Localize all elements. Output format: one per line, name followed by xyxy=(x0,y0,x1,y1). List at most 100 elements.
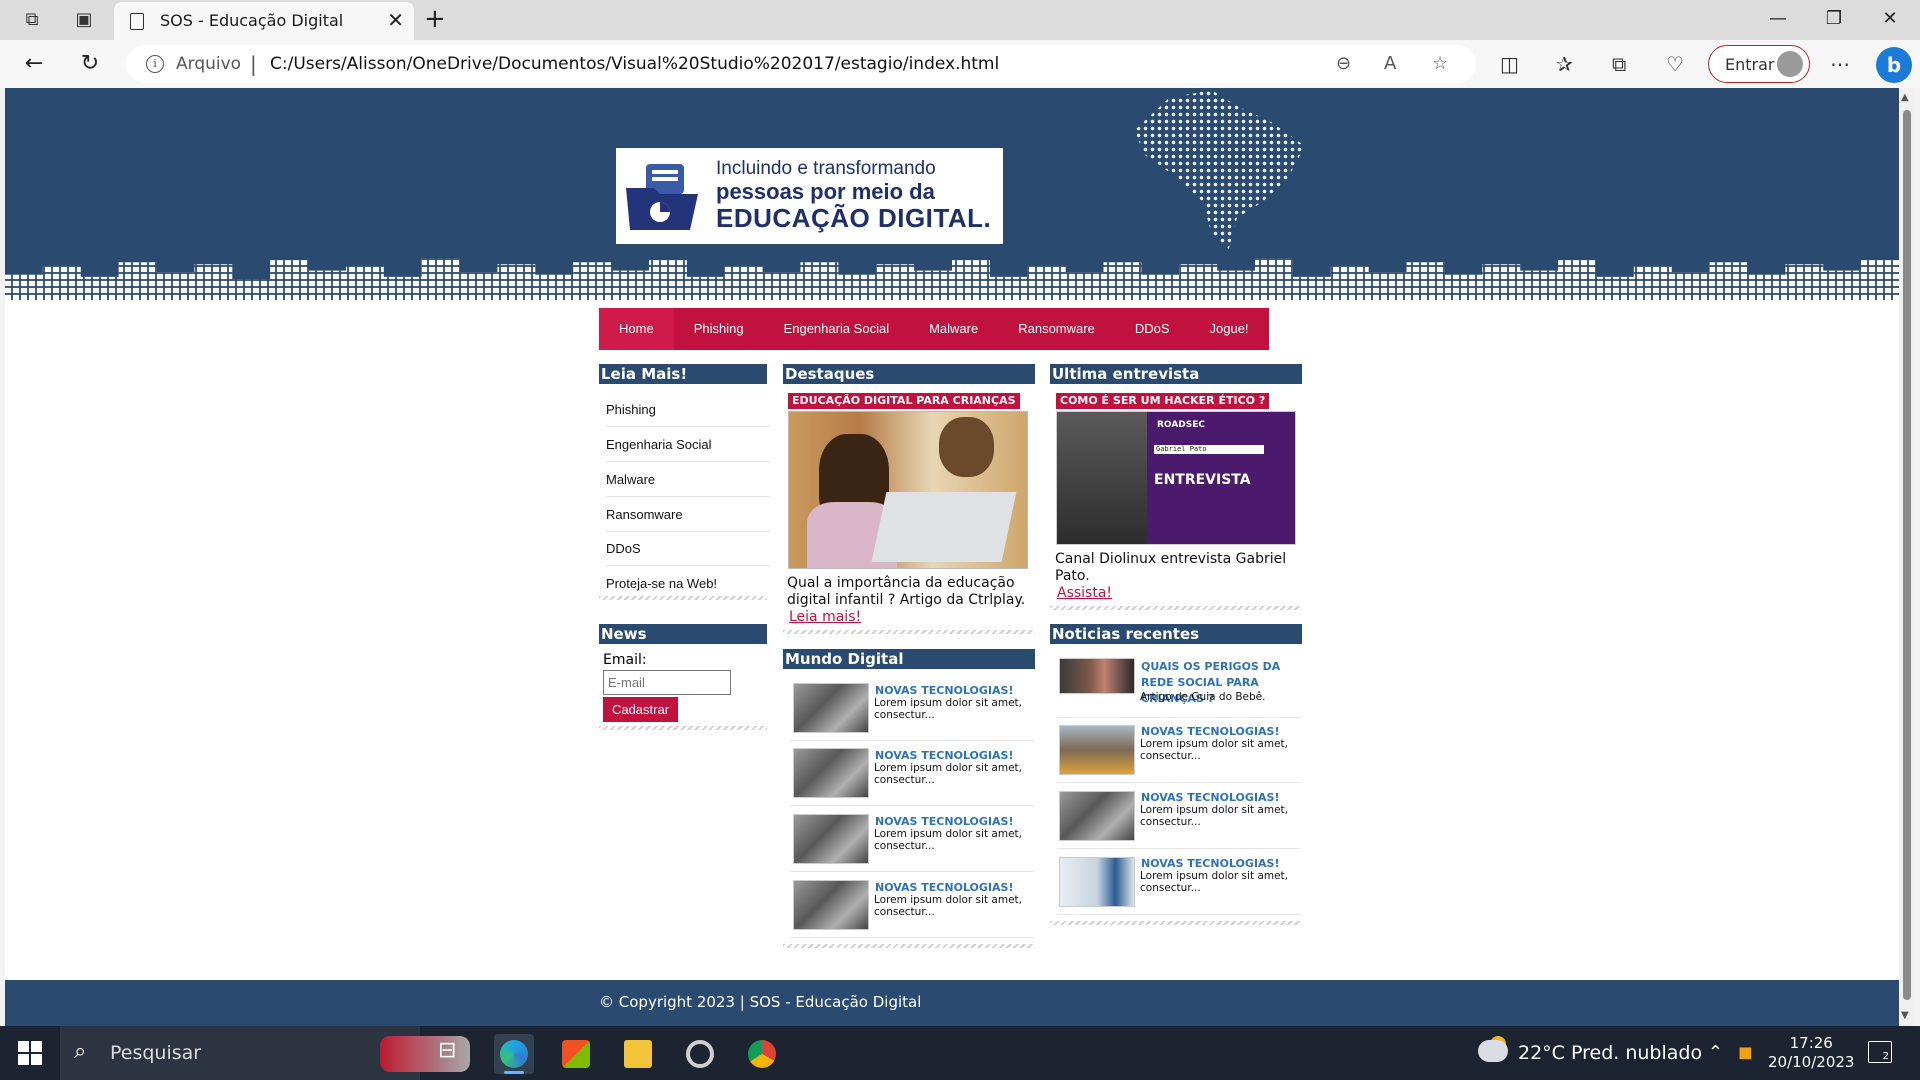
active-indicator xyxy=(504,1071,524,1074)
interview-image[interactable]: ROADSEC Gabriel Pato ENTREVISTA xyxy=(1056,411,1296,545)
sidebar-link-proteja-se[interactable]: Proteja-se na Web! xyxy=(606,576,717,591)
favorites-icon[interactable]: ✰ xyxy=(1556,52,1573,76)
divider xyxy=(1057,848,1301,849)
url-text[interactable]: C:/Users/Alisson/OneDrive/Documentos/Vis… xyxy=(270,54,999,74)
divider xyxy=(1050,606,1302,610)
weather-text[interactable]: 22°C Pred. nublado xyxy=(1518,1042,1702,1064)
logo-line-3: EDUCAÇÃO DIGITAL. xyxy=(716,203,992,233)
gear-icon xyxy=(686,1040,714,1068)
digital-world-thumb-4[interactable] xyxy=(793,880,869,930)
divider xyxy=(790,937,1034,938)
highlights-read-more-link[interactable]: Leia mais! xyxy=(789,609,861,625)
explorer-taskbar-icon[interactable] xyxy=(618,1034,658,1074)
interview-watch-link[interactable]: Assista! xyxy=(1057,585,1112,601)
windows-start-icon[interactable] xyxy=(18,1041,42,1065)
digital-world-item-title[interactable]: NOVAS TECNOLOGIAS! xyxy=(875,684,1013,697)
news-title: News xyxy=(599,624,767,644)
site-header: Incluindo e transformando pessoas por me… xyxy=(5,88,1899,300)
highlights-image[interactable] xyxy=(788,411,1028,569)
cloud-icon xyxy=(1478,1040,1508,1062)
menu-item-ddos[interactable]: DDoS xyxy=(1115,308,1190,350)
edge-taskbar-icon[interactable] xyxy=(494,1034,534,1074)
page-scrollbar[interactable]: ▲ ▼ xyxy=(1899,88,1915,1026)
taskbar-clock[interactable]: 17:26 20/10/2023 xyxy=(1768,1034,1854,1072)
divider xyxy=(1057,717,1301,718)
digital-world-item-text: Lorem ipsum dolor sit amet, consectur... xyxy=(874,828,1022,852)
recent-news-thumb-3[interactable] xyxy=(1059,791,1135,841)
sidebar-link-malware[interactable]: Malware xyxy=(606,472,655,487)
divider xyxy=(783,944,1035,948)
recent-news-item-title[interactable]: NOVAS TECNOLOGIAS! xyxy=(1141,857,1279,870)
task-view-icon[interactable]: ⊟ xyxy=(438,1038,456,1063)
highlights-text: Qual a importância da educação digital i… xyxy=(787,575,1026,608)
restore-icon[interactable]: ❐ xyxy=(1814,6,1854,32)
more-options-icon[interactable]: ⋯ xyxy=(1830,52,1850,76)
scroll-down-icon[interactable]: ▼ xyxy=(1901,1010,1909,1021)
notification-icon[interactable]: 2 xyxy=(1868,1041,1892,1063)
collections-icon[interactable]: ⧉ xyxy=(1612,52,1626,76)
recent-news-thumb-2[interactable] xyxy=(1059,725,1135,775)
digital-world-thumb-1[interactable] xyxy=(793,683,869,733)
sidebar-link-phishing[interactable]: Phishing xyxy=(606,402,656,417)
recent-news-item-title[interactable]: NOVAS TECNOLOGIAS! xyxy=(1141,725,1279,738)
refresh-icon[interactable]: ↻ xyxy=(76,50,104,78)
chrome-taskbar-icon[interactable] xyxy=(742,1034,782,1074)
recent-news-item-text: Artigo de Guia do Bebê. xyxy=(1140,691,1266,703)
sidebar-link-ddos[interactable]: DDoS xyxy=(606,541,641,556)
menu-item-ransomware[interactable]: Ransomware xyxy=(998,308,1115,350)
close-window-icon[interactable]: ✕ xyxy=(1870,6,1910,32)
minimize-icon[interactable]: — xyxy=(1758,6,1798,32)
logo-line-1: Incluindo e transformando xyxy=(716,158,936,179)
sidebar-link-ransomware[interactable]: Ransomware xyxy=(606,507,683,522)
scrollbar-thumb[interactable] xyxy=(1903,110,1911,1000)
interview-image-name: Gabriel Pato xyxy=(1154,445,1264,454)
settings-taskbar-icon[interactable] xyxy=(680,1034,720,1074)
subscribe-button[interactable]: Cadastrar xyxy=(603,697,678,722)
recent-news-item-title[interactable]: NOVAS TECNOLOGIAS! xyxy=(1141,791,1279,804)
page-icon xyxy=(130,13,144,30)
read-aloud-icon[interactable]: A xyxy=(1384,53,1396,74)
bing-chat-icon[interactable]: b xyxy=(1876,47,1912,83)
avatar xyxy=(1777,51,1803,77)
back-icon[interactable]: ← xyxy=(20,50,48,78)
menu-item-home[interactable]: Home xyxy=(599,308,674,350)
chrome-icon xyxy=(748,1040,776,1068)
info-icon[interactable]: i xyxy=(146,55,164,73)
divider xyxy=(790,871,1034,872)
favorite-star-icon[interactable]: ☆ xyxy=(1432,53,1448,74)
digital-world-thumb-3[interactable] xyxy=(793,814,869,864)
scroll-up-icon[interactable]: ▲ xyxy=(1901,92,1909,103)
sidebar-link-engenharia-social[interactable]: Engenharia Social xyxy=(606,437,712,452)
browser-essentials-icon[interactable]: ♡ xyxy=(1666,52,1684,76)
menu-item-engenharia-social[interactable]: Engenharia Social xyxy=(764,308,910,350)
interview-tag[interactable]: COMO É SER UM HACKER ÉTICO ? xyxy=(1056,393,1270,409)
new-tab-icon[interactable]: + xyxy=(424,6,446,32)
profile-button[interactable]: Entrar xyxy=(1708,45,1810,83)
digital-world-item-title[interactable]: NOVAS TECNOLOGIAS! xyxy=(875,815,1013,828)
digital-world-item-title[interactable]: NOVAS TECNOLOGIAS! xyxy=(875,881,1013,894)
recent-news-thumb-1[interactable] xyxy=(1059,658,1135,694)
address-bar[interactable]: i Arquivo | C:/Users/Alisson/OneDrive/Do… xyxy=(126,45,1476,83)
email-field[interactable] xyxy=(603,670,731,695)
address-prefix: Arquivo xyxy=(176,54,242,74)
digital-world-thumb-2[interactable] xyxy=(793,748,869,798)
recent-news-thumb-4[interactable] xyxy=(1059,857,1135,907)
tab-title: SOS - Educação Digital xyxy=(160,11,344,30)
site-logo[interactable]: Incluindo e transformando pessoas por me… xyxy=(616,148,1003,244)
taskbar-search[interactable]: ⌕ Pesquisar xyxy=(60,1026,470,1080)
workspaces-icon[interactable]: ⧉ xyxy=(20,8,44,32)
tab-actions-icon[interactable]: ▣ xyxy=(72,8,96,32)
chevron-up-icon[interactable]: ⌃ xyxy=(1708,1042,1723,1063)
digital-world-item-title[interactable]: NOVAS TECNOLOGIAS! xyxy=(875,749,1013,762)
digital-world-item-text: Lorem ipsum dolor sit amet, consectur... xyxy=(874,762,1022,786)
close-tab-icon[interactable]: ✕ xyxy=(387,8,404,32)
highlights-tag[interactable]: EDUCAÇÃO DIGITAL PARA CRIANÇAS xyxy=(788,393,1020,409)
menu-item-jogue[interactable]: Jogue! xyxy=(1190,308,1269,350)
store-taskbar-icon[interactable] xyxy=(556,1034,596,1074)
browser-tab-active[interactable]: SOS - Educação Digital ✕ xyxy=(114,2,414,40)
app-tray-icon[interactable]: ◼ xyxy=(1738,1042,1753,1063)
menu-item-malware[interactable]: Malware xyxy=(909,308,998,350)
menu-item-phishing[interactable]: Phishing xyxy=(674,308,764,350)
split-screen-icon[interactable]: ◫ xyxy=(1500,52,1519,76)
zoom-out-icon[interactable]: ⊖ xyxy=(1336,53,1351,74)
